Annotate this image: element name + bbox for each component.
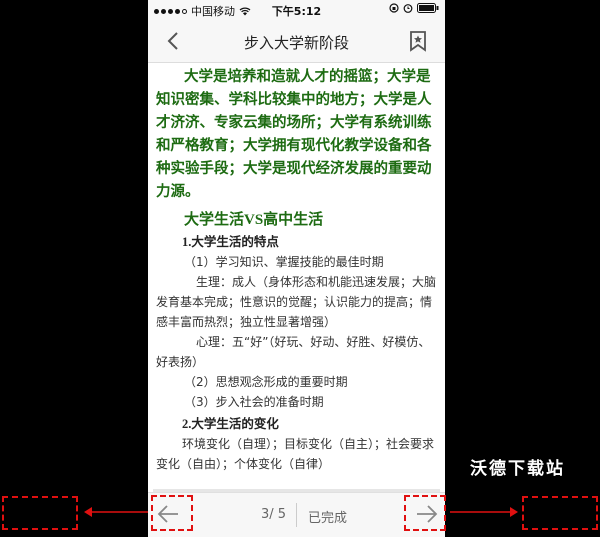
alarm-icon: [403, 4, 413, 13]
section-title: 大学生活VS高中生活: [184, 212, 324, 228]
rotation-lock-icon: [389, 3, 399, 13]
watermark-text: 沃德下载站: [470, 459, 565, 479]
changes-paragraph: 环境变化（自理）；目标变化（自主）；社会要求变化（自由）；个体变化（自律）: [156, 437, 435, 471]
prev-highlight-box: [151, 495, 193, 531]
right-target-box: [522, 496, 598, 530]
right-annotation-arrow: [450, 507, 518, 517]
article-content: 大学是培养和造就人才的摇篮；大学是知识密集、学科比较集中的地方；大学是人才济济、…: [156, 66, 438, 486]
phone-screen: 中国移动 下午5:12 步入大学新阶段 大学是培养和造就人才的摇篮；大学是知识密…: [148, 0, 445, 537]
intro-paragraph: 大学是培养和造就人才的摇篮；大学是知识密集、学科比较集中的地方；大学是人才济济、…: [156, 69, 432, 200]
physiology-paragraph: 生理：成人（身体形态和机能迅速发展；大脑发育基本完成；性意识的觉醒；认识能力的提…: [156, 275, 437, 329]
bookmark-icon[interactable]: [409, 30, 427, 52]
point-3: （3）步入社会的准备时期: [184, 395, 324, 409]
subsection-title-1: 1.大学生活的特点: [182, 235, 279, 249]
completion-status: 已完成: [308, 511, 348, 526]
left-target-box: [2, 496, 78, 530]
point-1: （1）学习知识、掌握技能的最佳时期: [184, 255, 384, 269]
battery-icon: [417, 3, 439, 13]
next-highlight-box: [404, 495, 446, 531]
left-annotation-arrow: [84, 507, 148, 517]
point-2: （2）思想观念形成的重要时期: [184, 375, 348, 389]
navigation-bar: 步入大学新阶段: [148, 20, 445, 63]
page-indicator: 3/ 5: [261, 507, 287, 522]
psychology-paragraph: 心理：五“好”（好玩、好动、好胜、好模仿、好表扬）: [156, 335, 431, 369]
toolbar-divider: [296, 503, 297, 527]
page-title: 步入大学新阶段: [243, 34, 349, 52]
status-bar: 中国移动 下午5:12: [148, 0, 445, 20]
subsection-title-2: 2.大学生活的变化: [182, 417, 279, 431]
